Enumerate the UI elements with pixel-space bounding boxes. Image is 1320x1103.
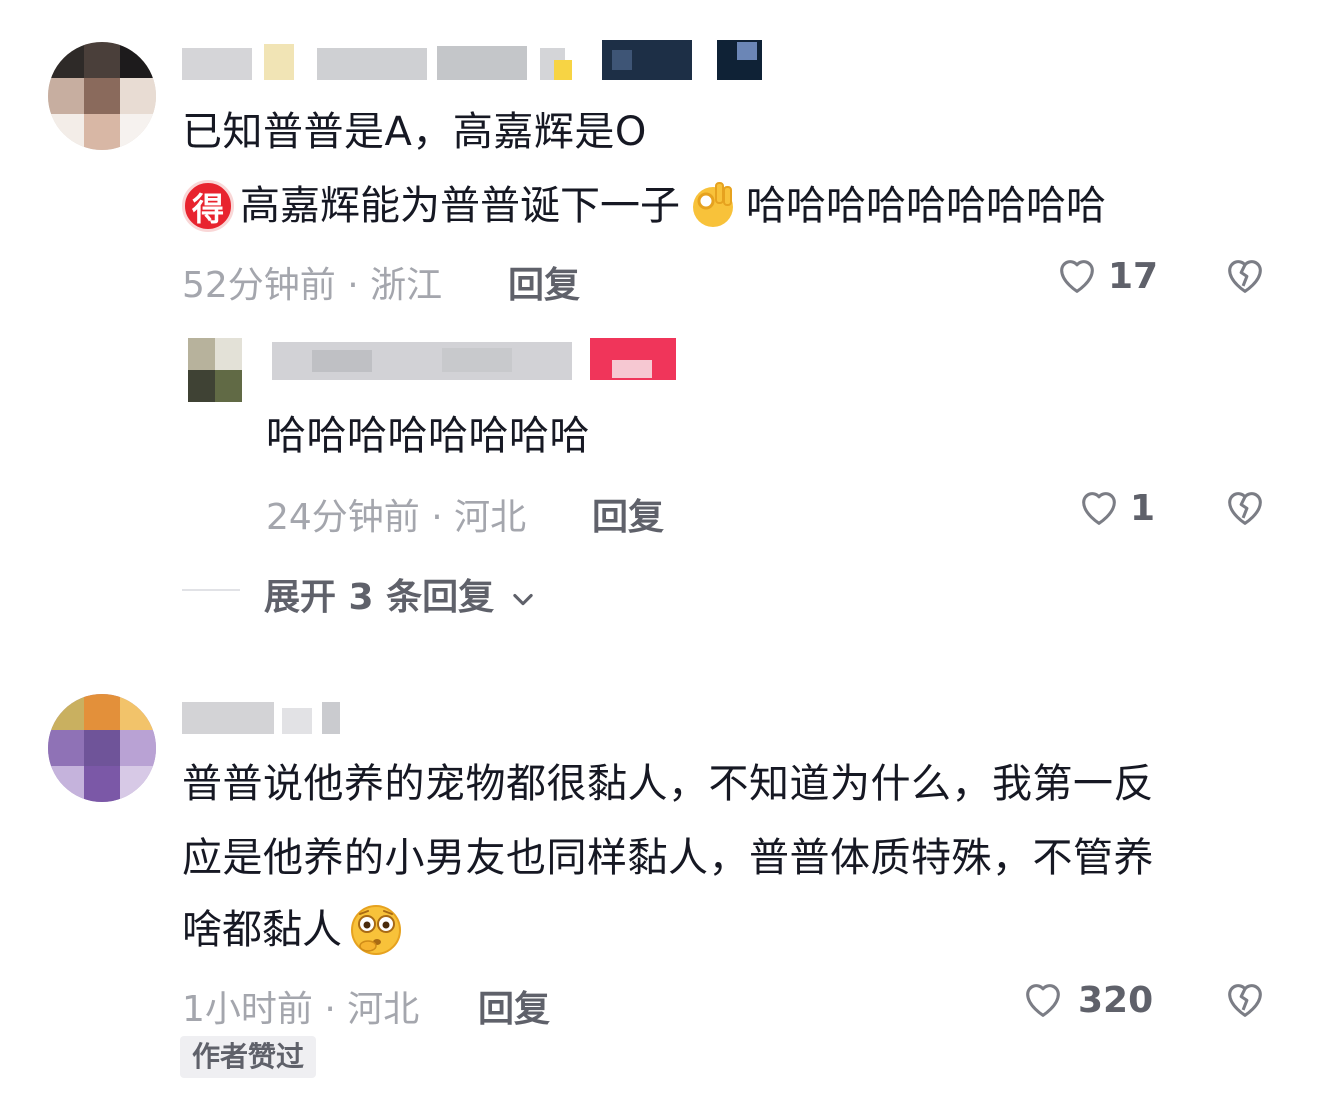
like-count: 1 [1130,488,1156,529]
expand-replies-button[interactable]: 展开 3 条回复 [264,568,537,620]
username-blurred[interactable] [182,694,342,738]
reply-avatar[interactable] [188,338,242,402]
comment-time: 52分钟前 [182,265,336,306]
comment-location: 河北 [347,989,420,1030]
author-liked-badge: 作者赞过 [180,1036,317,1078]
comment-meta: 52分钟前 · 浙江 [182,265,443,306]
broken-heart-icon[interactable] [1222,252,1268,302]
reply-time: 24分钟前 [266,497,420,538]
sticker-de-icon: 得 [182,180,234,232]
broken-heart-icon[interactable] [1222,976,1268,1026]
comment-time: 1小时前 [182,989,313,1030]
heart-outline-icon[interactable] [1054,252,1100,302]
comment-text-segment: 高嘉辉能为普普诞下一子 [240,183,680,229]
expand-divider [182,589,240,591]
broken-heart-icon[interactable] [1222,484,1268,534]
comment-location: 浙江 [370,265,443,306]
comment-meta: 1小时前 · 河北 [182,989,420,1030]
ok-hand-emoji [686,177,740,235]
reply-button[interactable]: 回复 [508,256,580,308]
avatar[interactable] [48,694,156,802]
reply-button[interactable]: 回复 [478,980,550,1032]
like-count: 320 [1078,980,1154,1021]
comment-text-line: 应是他养的小男友也同样黏人，普普体质特殊，不管养 [182,835,1154,881]
reply-location: 河北 [454,497,527,538]
thinking-face-emoji [346,898,406,962]
heart-outline-icon[interactable] [1076,484,1122,534]
expand-label: 展开 3 条回复 [264,577,495,618]
heart-outline-icon[interactable] [1020,976,1066,1026]
comment-text-line: 已知普普是A，高嘉辉是O [182,109,647,155]
comment-text-line-2: 得高嘉辉能为普普诞下一子 哈哈哈哈哈哈哈哈哈 [182,170,1106,242]
comment-text-line: 普普说他养的宠物都很黏人，不知道为什么，我第一反 [182,761,1154,807]
avatar[interactable] [48,42,156,150]
reply-username-blurred[interactable] [272,338,682,382]
comment-text-segment: 哈哈哈哈哈哈哈哈哈 [746,183,1106,229]
reply-text: 哈哈哈哈哈哈哈哈 [266,413,590,459]
chevron-down-icon [512,593,533,606]
reply-button[interactable]: 回复 [592,488,664,540]
username-blurred[interactable] [182,40,762,84]
comment-text-segment: 啥都黏人 [182,907,342,953]
comment-text-line-3: 啥都黏人 [182,894,406,966]
like-count: 17 [1108,256,1159,297]
reply-meta: 24分钟前 · 河北 [266,497,527,538]
